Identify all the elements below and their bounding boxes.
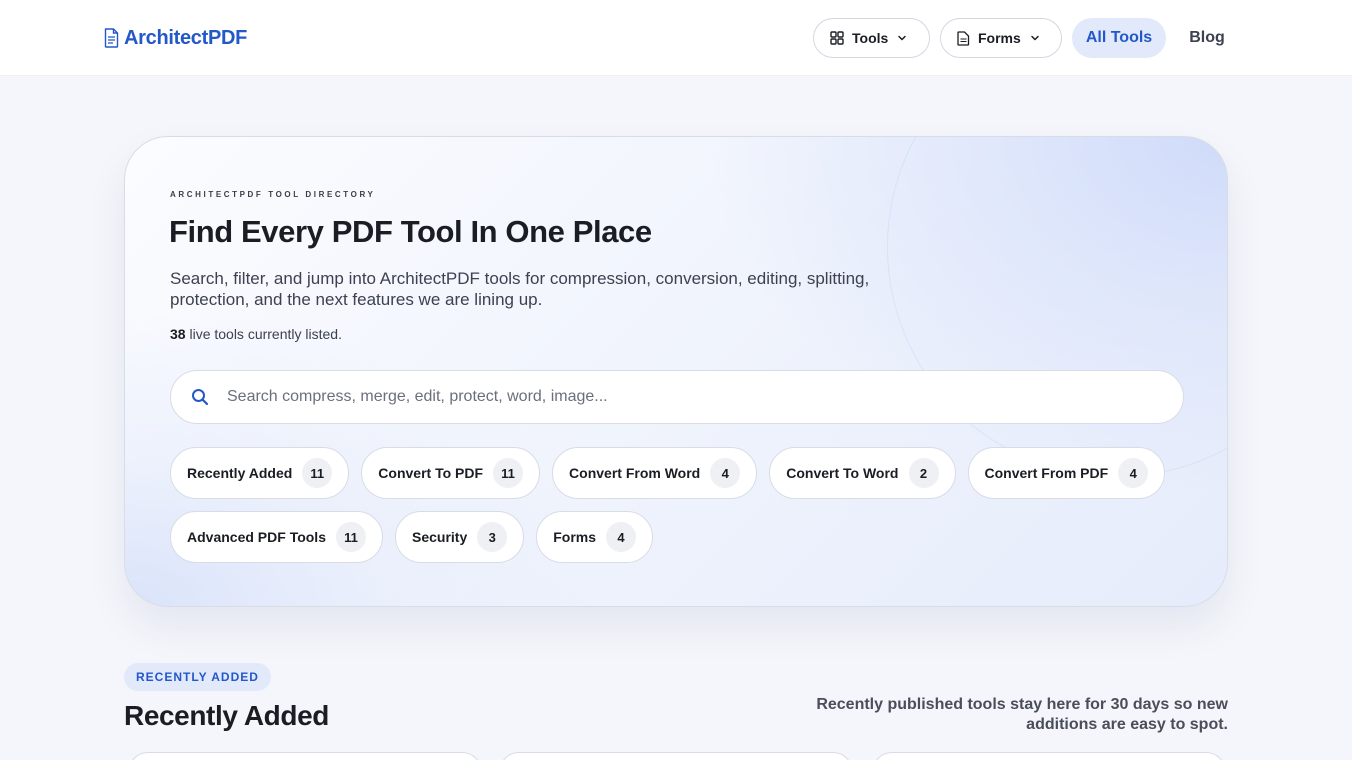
forms-dropdown[interactable]: Forms — [940, 18, 1062, 58]
page-title: Find Every PDF Tool In One Place — [169, 214, 652, 249]
tool-card[interactable] — [128, 752, 482, 760]
section-note: Recently published tools stay here for 3… — [816, 696, 1228, 733]
chip-label: Convert From PDF — [984, 465, 1109, 481]
section-tag: RECENTLY ADDED — [124, 663, 271, 691]
filter-chip-security[interactable]: Security 3 — [394, 511, 525, 563]
chip-label: Convert To Word — [786, 465, 899, 481]
filter-chip-convert-to-pdf[interactable]: Convert To PDF 11 — [361, 447, 541, 499]
top-header: ArchitectPDF Tools Forms All Tools Blog — [0, 0, 1352, 76]
chip-label: Convert To PDF — [378, 465, 484, 481]
logo[interactable]: ArchitectPDF — [104, 25, 247, 51]
forms-label: Forms — [978, 30, 1021, 46]
chip-count: 4 — [606, 522, 637, 552]
section-title: Recently Added — [124, 700, 329, 731]
decorative-ring — [887, 137, 1227, 477]
chip-label: Advanced PDF Tools — [187, 529, 326, 545]
search-icon — [192, 389, 209, 406]
tool-count-number: 38 — [170, 326, 186, 342]
chip-count: 11 — [302, 458, 333, 488]
tool-count-suffix: live tools currently listed. — [185, 326, 342, 342]
tool-card[interactable] — [499, 752, 853, 760]
chip-count: 2 — [908, 458, 939, 488]
hero-eyebrow: ARCHITECTPDF TOOL DIRECTORY — [170, 190, 376, 199]
filter-chip-advanced-pdf-tools[interactable]: Advanced PDF Tools 11 — [170, 511, 383, 563]
chip-count: 4 — [1118, 458, 1149, 488]
chip-label: Security — [411, 529, 468, 545]
file-icon — [957, 30, 970, 46]
main-nav: Tools Forms All Tools Blog — [813, 18, 1238, 58]
chip-count: 4 — [710, 458, 741, 488]
category-filters: Recently Added 11 Convert To PDF 11 Conv… — [170, 447, 1190, 575]
chip-count: 11 — [335, 522, 366, 552]
document-icon — [104, 28, 119, 48]
tools-label: Tools — [852, 30, 889, 46]
chevron-down-icon — [1031, 35, 1039, 41]
chip-label: Convert From Word — [569, 465, 701, 481]
tools-dropdown[interactable]: Tools — [813, 18, 930, 58]
chip-count: 11 — [493, 458, 524, 488]
logo-text: ArchitectPDF — [124, 26, 248, 49]
grid-icon — [830, 31, 844, 45]
filter-chip-convert-to-word[interactable]: Convert To Word 2 — [769, 447, 956, 499]
filter-chip-forms[interactable]: Forms 4 — [536, 511, 654, 563]
filter-chip-recently-added[interactable]: Recently Added 11 — [170, 447, 350, 499]
blog-link[interactable]: Blog — [1176, 18, 1238, 58]
chip-label: Recently Added — [187, 465, 293, 481]
chevron-down-icon — [898, 35, 907, 41]
tool-count: 38 live tools currently listed. — [170, 326, 342, 342]
all-tools-link[interactable]: All Tools — [1072, 18, 1166, 58]
search-bar[interactable] — [170, 370, 1184, 424]
filter-chip-convert-from-word[interactable]: Convert From Word 4 — [552, 447, 758, 499]
filter-chip-convert-from-pdf[interactable]: Convert From PDF 4 — [967, 447, 1166, 499]
chip-label: Forms — [553, 529, 597, 545]
search-input[interactable] — [227, 388, 1127, 406]
chip-count: 3 — [477, 522, 508, 552]
tool-card[interactable] — [872, 752, 1226, 760]
hero-card: ARCHITECTPDF TOOL DIRECTORY Find Every P… — [124, 136, 1228, 607]
hero-description: Search, filter, and jump into ArchitectP… — [170, 269, 870, 309]
